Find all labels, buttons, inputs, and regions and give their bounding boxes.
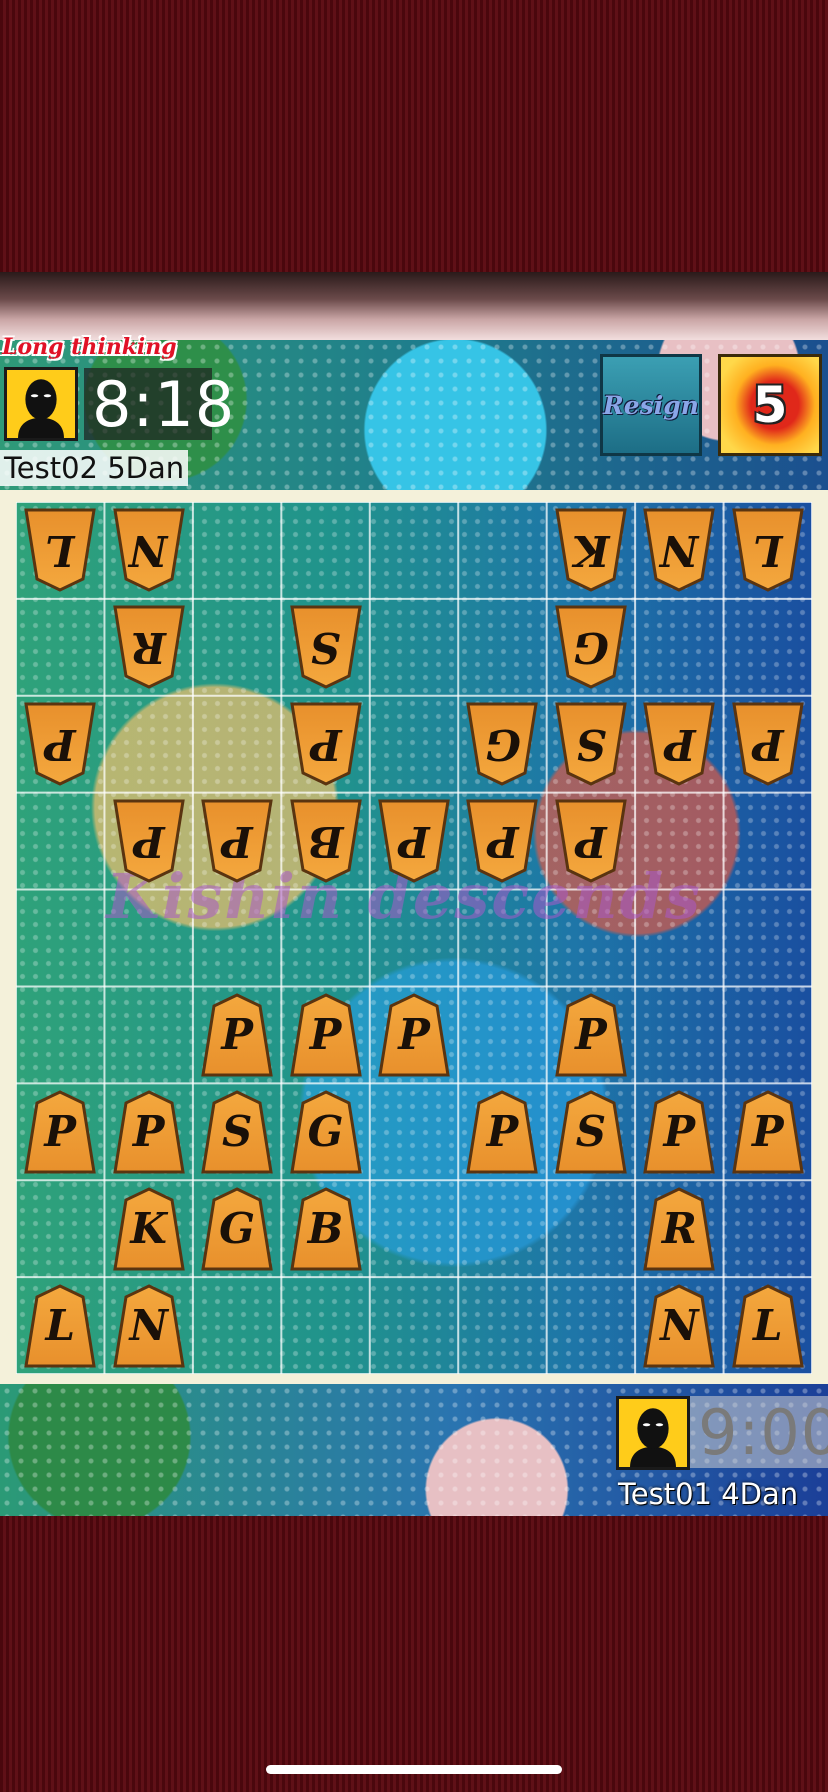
- gote-piece[interactable]: P: [377, 798, 451, 884]
- piece-label: P: [132, 817, 165, 867]
- sente-piece[interactable]: B: [289, 1186, 363, 1272]
- sente-piece[interactable]: K: [112, 1186, 186, 1272]
- gote-piece[interactable]: P: [289, 701, 363, 787]
- piece-label: P: [751, 1106, 784, 1156]
- piece-label: S: [310, 623, 341, 673]
- sente-piece[interactable]: G: [200, 1186, 274, 1272]
- sente-piece[interactable]: P: [554, 992, 628, 1078]
- gote-piece[interactable]: G: [554, 604, 628, 690]
- piece-label: N: [660, 526, 699, 576]
- sente-piece[interactable]: P: [642, 1089, 716, 1175]
- sente-piece[interactable]: P: [465, 1089, 539, 1175]
- resign-button[interactable]: Resign: [600, 354, 702, 456]
- piece-label: N: [660, 1300, 699, 1350]
- gote-piece[interactable]: N: [642, 507, 716, 593]
- gote-piece[interactable]: R: [112, 604, 186, 690]
- game-screen: Long thinking 8:18 Test02 5Dan Resign 5 …: [0, 272, 828, 1516]
- piece-label: S: [575, 1106, 607, 1156]
- move-count: 5: [752, 376, 788, 434]
- gote-piece[interactable]: P: [731, 701, 805, 787]
- piece-label: N: [129, 1300, 168, 1350]
- sente-piece[interactable]: G: [289, 1089, 363, 1175]
- sente-piece[interactable]: L: [23, 1283, 97, 1369]
- piece-label: G: [307, 1106, 344, 1156]
- piece-label: K: [130, 1203, 167, 1253]
- gote-piece[interactable]: P: [465, 798, 539, 884]
- piece-label: P: [663, 1106, 696, 1156]
- piece-label: L: [753, 1300, 783, 1350]
- piece-label: S: [221, 1106, 253, 1156]
- gote-piece[interactable]: L: [23, 507, 97, 593]
- piece-label: P: [398, 1009, 430, 1059]
- piece-label: K: [572, 526, 610, 576]
- opponent-avatar-icon: [4, 367, 78, 441]
- gote-piece[interactable]: B: [289, 798, 363, 884]
- player-avatar-icon: [616, 1396, 690, 1470]
- piece-label: P: [751, 720, 784, 770]
- piece-label: G: [572, 623, 609, 673]
- sente-piece[interactable]: P: [112, 1089, 186, 1175]
- piece-label: P: [221, 1009, 253, 1059]
- piece-label: P: [486, 1106, 519, 1156]
- gote-piece[interactable]: P: [554, 798, 628, 884]
- board-frame: Kishin descends LNKNLRSGPPGSPPPPBPPPPPPP…: [0, 490, 828, 1384]
- player-name: Test01 4Dan: [618, 1477, 799, 1511]
- gote-piece[interactable]: S: [289, 604, 363, 690]
- sente-piece[interactable]: L: [731, 1283, 805, 1369]
- piece-label: N: [129, 526, 168, 576]
- sente-piece[interactable]: P: [731, 1089, 805, 1175]
- sente-piece[interactable]: N: [112, 1283, 186, 1369]
- gote-piece[interactable]: P: [23, 701, 97, 787]
- piece-label: P: [44, 720, 77, 770]
- piece-label: P: [575, 817, 607, 867]
- gote-piece[interactable]: K: [554, 507, 628, 593]
- piece-label: G: [219, 1203, 256, 1253]
- piece-label: B: [307, 817, 344, 867]
- long-thinking-label: Long thinking: [2, 334, 177, 360]
- gote-piece[interactable]: P: [642, 701, 716, 787]
- gote-piece[interactable]: L: [731, 507, 805, 593]
- move-counter: 5: [718, 354, 822, 456]
- gote-piece[interactable]: S: [554, 701, 628, 787]
- top-decoration: [0, 272, 828, 340]
- resign-label: Resign: [603, 390, 699, 420]
- piece-label: P: [486, 817, 519, 867]
- piece-label: P: [44, 1106, 77, 1156]
- piece-label: P: [309, 1009, 342, 1059]
- opponent-name: Test02 5Dan: [0, 450, 189, 486]
- piece-label: P: [575, 1009, 607, 1059]
- piece-label: B: [307, 1203, 344, 1253]
- gote-piece[interactable]: P: [112, 798, 186, 884]
- gote-piece[interactable]: P: [200, 798, 274, 884]
- sente-piece[interactable]: R: [642, 1186, 716, 1272]
- piece-label: G: [484, 720, 521, 770]
- piece-label: R: [131, 623, 167, 673]
- gote-piece[interactable]: G: [465, 701, 539, 787]
- sente-piece[interactable]: P: [289, 992, 363, 1078]
- piece-label: R: [661, 1203, 697, 1253]
- piece-label: P: [663, 720, 696, 770]
- sente-piece[interactable]: N: [642, 1283, 716, 1369]
- piece-label: P: [309, 720, 342, 770]
- piece-label: P: [221, 817, 253, 867]
- sente-piece[interactable]: S: [200, 1089, 274, 1175]
- piece-label: L: [753, 526, 783, 576]
- piece-label: S: [575, 720, 607, 770]
- piece-label: P: [132, 1106, 165, 1156]
- sente-piece[interactable]: P: [200, 992, 274, 1078]
- opponent-clock: 8:18: [92, 368, 236, 441]
- player-clock: 9:00: [698, 1396, 828, 1469]
- piece-label: L: [45, 1300, 75, 1350]
- home-indicator[interactable]: [266, 1765, 562, 1774]
- shogi-board[interactable]: Kishin descends LNKNLRSGPPGSPPPPBPPPPPPP…: [16, 502, 812, 1374]
- piece-label: P: [398, 817, 430, 867]
- piece-label: L: [45, 526, 75, 576]
- sente-piece[interactable]: P: [23, 1089, 97, 1175]
- sente-piece[interactable]: S: [554, 1089, 628, 1175]
- gote-piece[interactable]: N: [112, 507, 186, 593]
- sente-piece[interactable]: P: [377, 992, 451, 1078]
